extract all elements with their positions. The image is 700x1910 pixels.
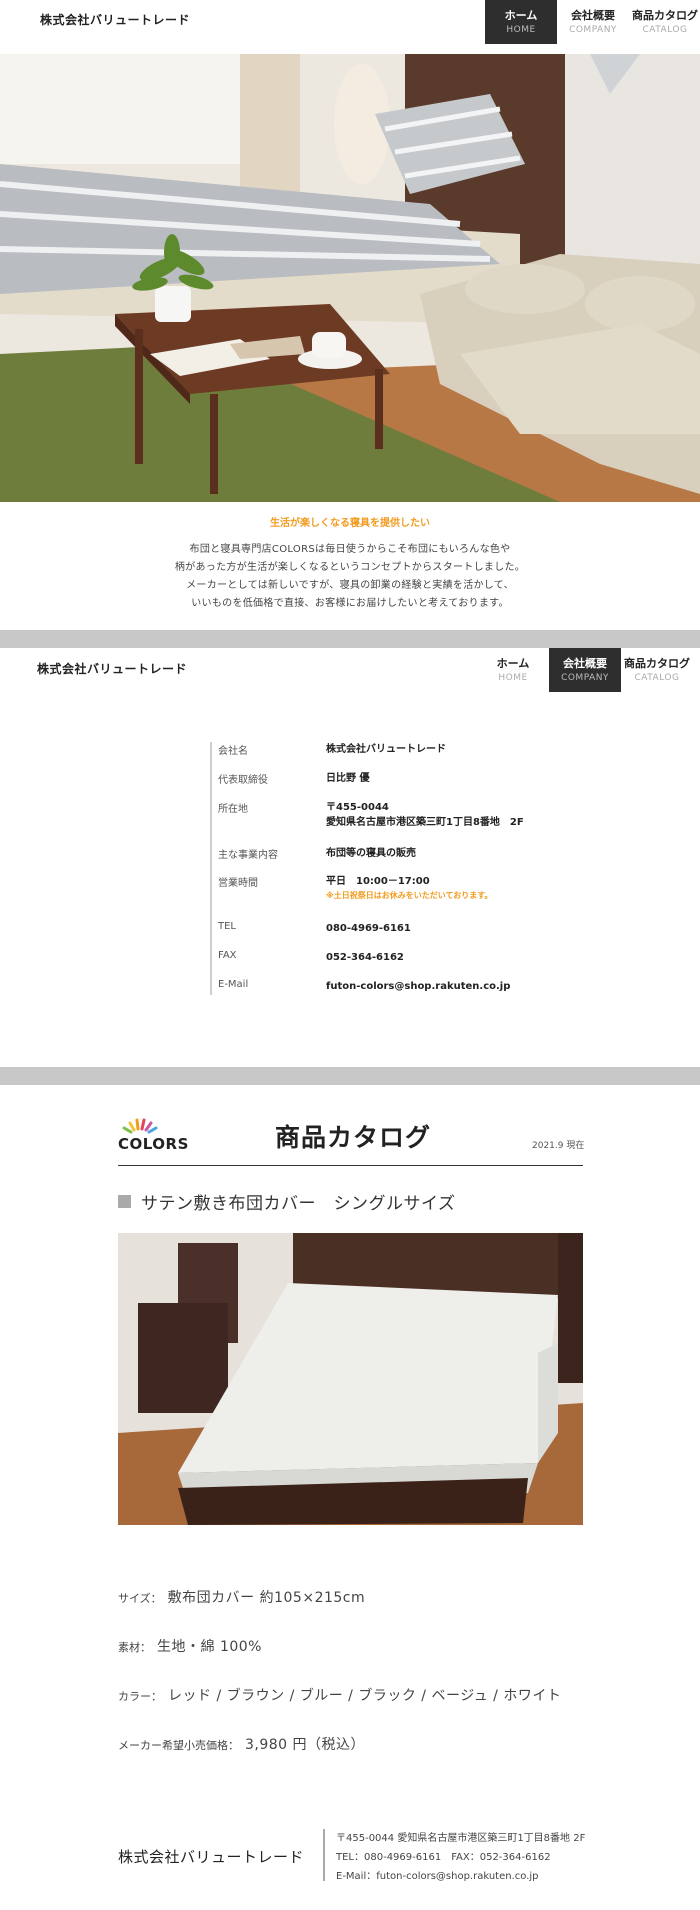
- catalog-date: 2021.9 現在: [532, 1141, 585, 1151]
- company-value-line2: 愛知県名古屋市港区築三町1丁目8番地 2F: [326, 817, 524, 828]
- catalog-divider: [118, 1165, 583, 1166]
- catalog-title: 商品カタログ: [275, 1123, 432, 1152]
- company-label: E-Mail: [218, 979, 249, 990]
- intro-line: 柄があった方が生活が楽しくなるというコンセプトからスタートしました。: [174, 562, 526, 573]
- company-row: 主な事業内容 布団等の寝具の販売: [212, 846, 552, 874]
- spec-price: メーカー希望小売価格： 3,980 円（税込）: [118, 1734, 365, 1754]
- hero-bedroom-image: [0, 54, 700, 502]
- nav-company[interactable]: 会社概要 COMPANY: [549, 648, 621, 692]
- nav-home-label: ホーム: [496, 656, 530, 670]
- spec-value: レッド / ブラウン / ブルー / ブラック / ベージュ / ホワイト: [168, 1688, 562, 1704]
- main-nav: ホーム HOME 会社概要 COMPANY 商品カタログ CATALOG: [477, 648, 693, 692]
- site-header: 株式会社バリュートレード ホーム HOME 会社概要 COMPANY 商品カタロ…: [0, 0, 700, 52]
- spec-color: カラー： レッド / ブラウン / ブルー / ブラック / ベージュ / ホワ…: [118, 1685, 561, 1705]
- nav-company[interactable]: 会社概要 COMPANY: [557, 0, 629, 44]
- company-label: 営業時間: [218, 878, 258, 889]
- brand-name: 株式会社バリュートレード: [40, 13, 191, 27]
- nav-catalog-label: 商品カタログ: [624, 656, 690, 670]
- nav-home-sub: HOME: [506, 24, 536, 35]
- company-value: 日比野 優: [326, 773, 370, 784]
- spec-key: サイズ：: [118, 1592, 162, 1605]
- nav-company-sub: COMPANY: [569, 24, 617, 35]
- company-row: 営業時間 平日 10:00－17:00 ※土日祝祭日はお休みをいただいております…: [212, 874, 552, 921]
- company-value: 平日 10:00－17:00: [326, 876, 430, 887]
- company-header: 株式会社バリュートレード ホーム HOME 会社概要 COMPANY 商品カタロ…: [0, 648, 700, 694]
- main-nav: ホーム HOME 会社概要 COMPANY 商品カタログ CATALOG: [485, 0, 700, 44]
- company-label: FAX: [218, 950, 237, 961]
- company-row: E-Mail futon-colors@shop.rakuten.co.jp: [212, 979, 552, 995]
- footer-tel-fax: TEL：080-4969-6161 FAX：052-364-6162: [336, 1852, 551, 1863]
- company-label: 所在地: [218, 804, 248, 815]
- spec-value: 3,980 円（税込）: [245, 1737, 366, 1753]
- section-divider: [0, 630, 700, 648]
- spec-key: 素材：: [118, 1641, 151, 1654]
- section-divider: [0, 1067, 700, 1085]
- company-row: FAX 052-364-6162: [212, 950, 552, 979]
- product-heading: サテン敷き布団カバー シングルサイズ: [118, 1189, 456, 1214]
- footer-brand: 株式会社バリュートレード: [118, 1848, 305, 1866]
- nav-home[interactable]: ホーム HOME: [485, 0, 557, 44]
- company-row: TEL 080-4969-6161: [212, 921, 552, 950]
- nav-catalog-label: 商品カタログ: [632, 8, 698, 22]
- company-value: 052-364-6162: [326, 952, 404, 963]
- footer-divider: [323, 1829, 325, 1881]
- spec-value: 敷布団カバー 約105×215cm: [167, 1590, 366, 1606]
- company-info-table: 会社名 株式会社バリュートレード 代表取締役 日比野 優 所在地 〒455-00…: [210, 742, 552, 995]
- spec-key: メーカー希望小売価格：: [118, 1739, 239, 1752]
- company-label: TEL: [218, 921, 236, 932]
- nav-home[interactable]: ホーム HOME: [477, 648, 549, 692]
- nav-home-label: ホーム: [504, 8, 538, 22]
- company-label: 代表取締役: [218, 775, 268, 786]
- nav-company-sub: COMPANY: [561, 672, 609, 683]
- colors-logo-text: COLORS: [118, 1135, 189, 1153]
- company-value: 布団等の寝具の販売: [326, 848, 416, 859]
- intro-line: 布団と寝具専門店COLORSは毎日使うからこそ布団にもいろんな色や: [189, 544, 511, 555]
- company-row: 代表取締役 日比野 優: [212, 771, 552, 800]
- nav-company-label: 会社概要: [571, 8, 615, 22]
- product-name: サテン敷き布団カバー シングルサイズ: [141, 1194, 456, 1214]
- company-row: 会社名 株式会社バリュートレード: [212, 742, 552, 771]
- nav-catalog[interactable]: 商品カタログ CATALOG: [629, 0, 700, 44]
- spec-size: サイズ： 敷布団カバー 約105×215cm: [118, 1587, 365, 1607]
- nav-catalog-sub: CATALOG: [634, 672, 680, 683]
- product-image: [118, 1233, 583, 1525]
- company-value: futon-colors@shop.rakuten.co.jp: [326, 981, 511, 992]
- nav-catalog[interactable]: 商品カタログ CATALOG: [621, 648, 693, 692]
- brand-name: 株式会社バリュートレード: [37, 662, 188, 676]
- company-value: 株式会社バリュートレード: [326, 744, 446, 755]
- company-row: 所在地 〒455-0044 愛知県名古屋市港区築三町1丁目8番地 2F: [212, 800, 552, 846]
- footer-address: 〒455-0044 愛知県名古屋市港区築三町1丁目8番地 2F: [336, 1833, 586, 1844]
- spec-key: カラー：: [118, 1690, 162, 1703]
- company-label: 主な事業内容: [218, 850, 278, 861]
- intro-title: 生活が楽しくなる寝具を提供したい: [270, 518, 430, 529]
- nav-home-sub: HOME: [498, 672, 528, 683]
- nav-catalog-sub: CATALOG: [642, 24, 688, 35]
- company-value: 〒455-0044: [326, 802, 389, 813]
- company-label: 会社名: [218, 746, 248, 757]
- intro-line: メーカーとしては新しいですが、寝具の卸業の経験と実績を活かして、: [186, 580, 514, 591]
- nav-company-label: 会社概要: [563, 656, 607, 670]
- spec-material: 素材： 生地・綿 100%: [118, 1636, 262, 1656]
- footer-email: E-Mail：futon-colors@shop.rakuten.co.jp: [336, 1871, 539, 1882]
- business-hours-note: ※土日祝祭日はお休みをいただいております。: [326, 891, 493, 900]
- intro-line: いいものを低価格で直接、お客様にお届けしたいと考えております。: [191, 598, 509, 609]
- company-value: 080-4969-6161: [326, 923, 411, 934]
- spec-value: 生地・綿 100%: [157, 1639, 262, 1655]
- intro-text: 布団と寝具専門店COLORSは毎日使うからこそ布団にもいろんな色や 柄があった方…: [0, 541, 700, 613]
- square-bullet-icon: [118, 1195, 131, 1208]
